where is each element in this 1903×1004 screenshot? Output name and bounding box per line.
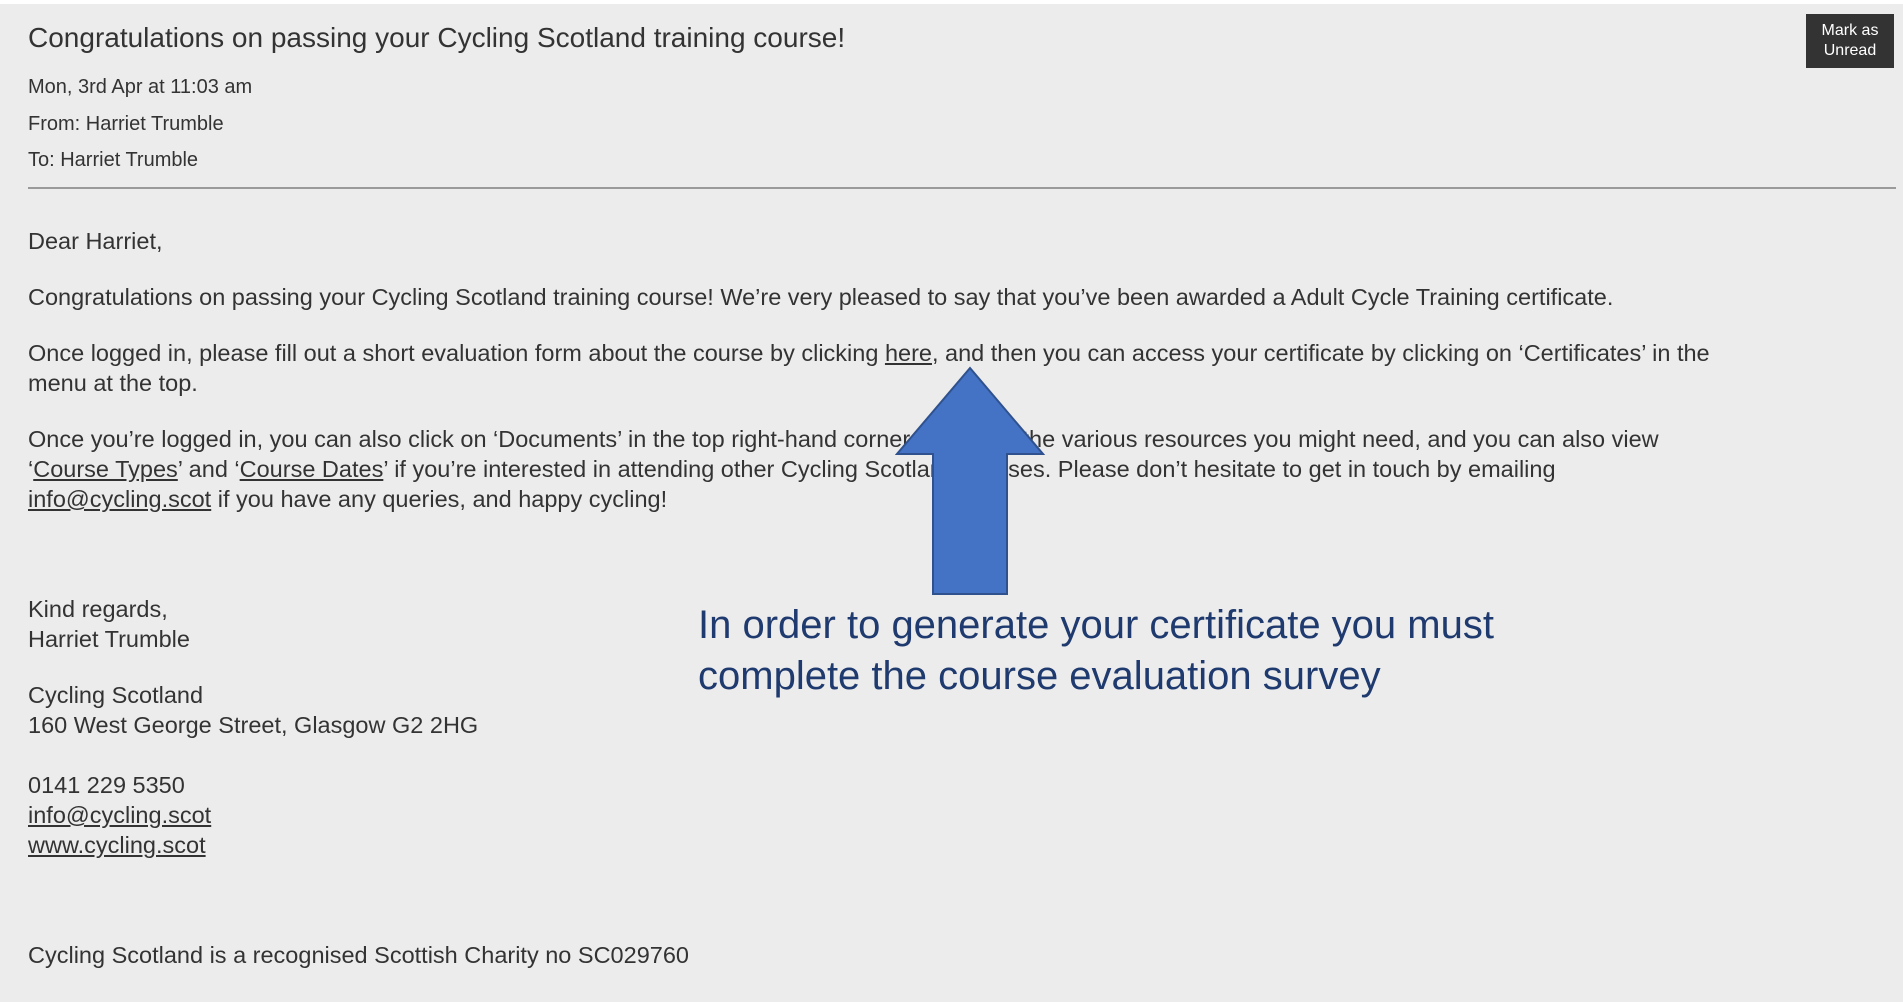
signoff-name: Harriet Trumble xyxy=(28,626,190,652)
signature-org: Cycling Scotland xyxy=(28,682,204,708)
paragraph-congratulations: Congratulations on passing your Cycling … xyxy=(28,284,1614,310)
email-subject: Congratulations on passing your Cycling … xyxy=(28,22,846,53)
mark-unread-label-1: Mark as xyxy=(1821,22,1879,39)
email-date: Mon, 3rd Apr at 11:03 am xyxy=(28,76,253,98)
paragraph-resources-end: if you have any queries, and happy cycli… xyxy=(211,486,668,512)
up-arrow-icon xyxy=(895,366,1045,595)
signoff-regards: Kind regards, xyxy=(28,596,168,622)
info-email-link-inline[interactable]: info@cycling.scot xyxy=(28,486,211,512)
header-divider xyxy=(28,187,1896,189)
mark-as-unread-button[interactable]: Mark as Unread xyxy=(1806,14,1894,68)
annotation-callout: In order to generate your certificate yo… xyxy=(698,603,1494,698)
paragraph-evaluation-text-a: Once logged in, please fill out a short … xyxy=(28,340,885,366)
email-from: From: Harriet Trumble xyxy=(28,113,224,135)
paragraph-resources-line2: ‘Course Types’ and ‘Course Dates’ if you… xyxy=(28,454,1556,484)
paragraph-evaluation-line2: menu at the top. xyxy=(28,370,198,396)
signature-website-link[interactable]: www.cycling.scot xyxy=(28,832,206,858)
signature-web: www.cycling.scot xyxy=(28,830,206,860)
course-dates-link[interactable]: Course Dates xyxy=(240,456,384,482)
mark-unread-label-2: Unread xyxy=(1823,42,1877,59)
paragraph-resources-line3: info@cycling.scot if you have any querie… xyxy=(28,484,667,514)
greeting: Dear Harriet, xyxy=(28,228,163,254)
paragraph-resources-mid: ’ and ‘ xyxy=(177,456,240,482)
email-to: To: Harriet Trumble xyxy=(28,149,199,171)
paragraph-resources-line1: Once you’re logged in, you can also clic… xyxy=(28,426,1659,452)
course-types-link[interactable]: Course Types xyxy=(33,456,178,482)
paragraph-evaluation: Once logged in, please fill out a short … xyxy=(28,338,1898,368)
signature-phone: 0141 229 5350 xyxy=(28,772,185,798)
evaluation-here-link[interactable]: here xyxy=(885,340,932,366)
signature-address: 160 West George Street, Glasgow G2 2HG xyxy=(28,712,479,738)
signature-email-link[interactable]: info@cycling.scot xyxy=(28,802,211,828)
signature-email: info@cycling.scot xyxy=(28,800,211,830)
charity-notice: Cycling Scotland is a recognised Scottis… xyxy=(28,942,689,968)
paragraph-evaluation-text-b: , and then you can access your certifica… xyxy=(931,340,1710,366)
